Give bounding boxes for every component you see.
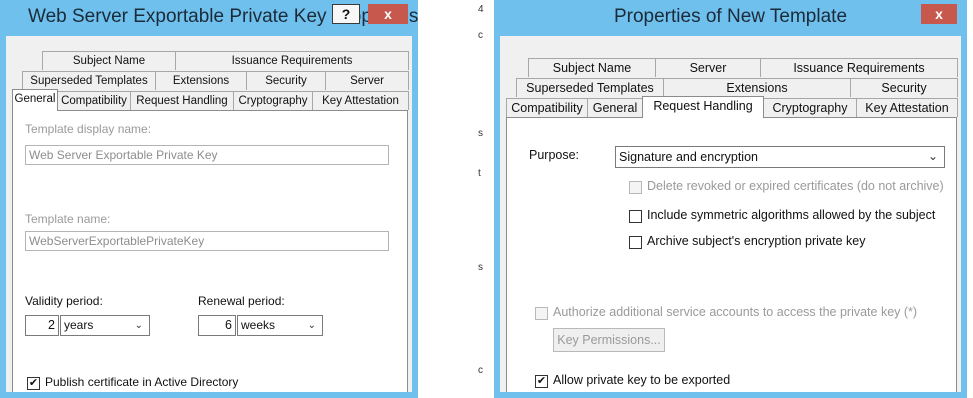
template-name-label: Template name: — [25, 212, 111, 226]
tab-compatibility[interactable]: Compatibility — [506, 98, 588, 117]
tab-cryptography[interactable]: Cryptography — [763, 98, 857, 117]
tab-key-attestation[interactable]: Key Attestation — [856, 98, 958, 117]
tab-compatibility[interactable]: Compatibility — [57, 91, 131, 110]
tab-subject-name[interactable]: Subject Name — [528, 58, 656, 77]
chevron-down-icon: ⌄ — [307, 320, 316, 331]
validity-period-input[interactable]: 2 — [25, 315, 59, 336]
include-symmetric-checkbox[interactable] — [629, 210, 642, 223]
tab-extensions[interactable]: Extensions — [155, 71, 247, 90]
right-properties-dialog: Properties of New Template x Subject Nam… — [494, 0, 967, 398]
purpose-label: Purpose: — [529, 148, 580, 162]
tab-server[interactable]: Server — [655, 58, 761, 77]
key-permissions-button[interactable]: Key Permissions... — [553, 328, 665, 352]
left-properties-dialog: Web Server Exportable Private Key Proper… — [0, 0, 418, 398]
renewal-unit-value: weeks — [241, 318, 276, 332]
renewal-period-unit-select[interactable]: weeks ⌄ — [237, 315, 323, 336]
template-display-name-field[interactable]: Web Server Exportable Private Key — [25, 145, 389, 165]
tab-subject-name[interactable]: Subject Name — [42, 51, 176, 70]
tab-security[interactable]: Security — [246, 71, 326, 90]
tab-request-handling[interactable]: Request Handling — [642, 96, 764, 118]
tab-extensions[interactable]: Extensions — [663, 78, 851, 97]
right-close-button[interactable]: x — [921, 4, 957, 24]
archive-key-checkbox[interactable] — [629, 236, 642, 249]
right-tab-row-1: Subject Name Server Issuance Requirement… — [506, 58, 958, 77]
renewal-period-input[interactable]: 6 — [198, 315, 236, 336]
tab-issuance-requirements[interactable]: Issuance Requirements — [760, 58, 958, 77]
right-tab-row-2: Superseded Templates Extensions Security — [506, 78, 958, 97]
publish-in-ad-label: Publish certificate in Active Directory — [45, 375, 239, 389]
purpose-value: Signature and encryption — [619, 150, 758, 164]
renewal-period-label: Renewal period: — [198, 294, 285, 308]
tab-cryptography[interactable]: Cryptography — [233, 91, 313, 110]
archive-key-label: Archive subject's encryption private key — [647, 234, 866, 248]
delete-revoked-label: Delete revoked or expired certificates (… — [647, 179, 944, 193]
left-tab-row-3: General Compatibility Request Handling C… — [12, 89, 409, 111]
tab-superseded-templates[interactable]: Superseded Templates — [516, 78, 664, 97]
tab-superseded-templates[interactable]: Superseded Templates — [22, 71, 156, 90]
publish-in-ad-checkbox[interactable]: ✔ — [27, 377, 40, 390]
right-window-title: Properties of New Template — [613, 6, 848, 27]
tab-general[interactable]: General — [587, 98, 643, 117]
tab-key-attestation[interactable]: Key Attestation — [312, 91, 409, 110]
tab-server[interactable]: Server — [325, 71, 409, 90]
left-close-button[interactable]: x — [368, 4, 408, 24]
right-tab-row-3: Compatibility General Request Handling C… — [506, 96, 958, 118]
left-tab-row-2: Superseded Templates Extensions Security… — [12, 71, 409, 90]
tab-request-handling[interactable]: Request Handling — [130, 91, 234, 110]
include-symmetric-label: Include symmetric algorithms allowed by … — [647, 208, 936, 222]
tab-general[interactable]: General — [12, 89, 58, 111]
purpose-select[interactable]: Signature and encryption ⌄ — [615, 146, 945, 168]
validity-period-label: Validity period: — [25, 294, 103, 308]
authorize-accounts-label: Authorize additional service accounts to… — [553, 305, 918, 319]
delete-revoked-checkbox[interactable] — [629, 181, 642, 194]
template-name-field[interactable]: WebServerExportablePrivateKey — [25, 231, 389, 251]
help-button[interactable]: ? — [332, 4, 360, 24]
validity-unit-value: years — [64, 318, 94, 332]
right-title-bar[interactable]: Properties of New Template x — [500, 0, 961, 36]
allow-export-label: Allow private key to be exported — [553, 373, 731, 387]
left-title-bar[interactable]: Web Server Exportable Private Key Proper… — [6, 0, 418, 36]
chevron-down-icon: ⌄ — [134, 320, 143, 331]
request-handling-tab-panel: Purpose: Signature and encryption ⌄ Dele… — [506, 117, 957, 392]
allow-export-checkbox[interactable]: ✔ — [535, 375, 548, 388]
authorize-accounts-checkbox[interactable] — [535, 307, 548, 320]
background-window-edge: 4 c s t s c — [478, 4, 484, 376]
left-tab-row-1: Subject Name Issuance Requirements — [12, 51, 409, 70]
tab-security[interactable]: Security — [850, 78, 958, 97]
chevron-down-icon: ⌄ — [927, 149, 938, 163]
validity-period-unit-select[interactable]: years ⌄ — [60, 315, 150, 336]
template-display-name-label: Template display name: — [25, 122, 152, 136]
general-tab-panel: Template display name: Web Server Export… — [12, 110, 408, 392]
tab-issuance-requirements[interactable]: Issuance Requirements — [175, 51, 409, 70]
